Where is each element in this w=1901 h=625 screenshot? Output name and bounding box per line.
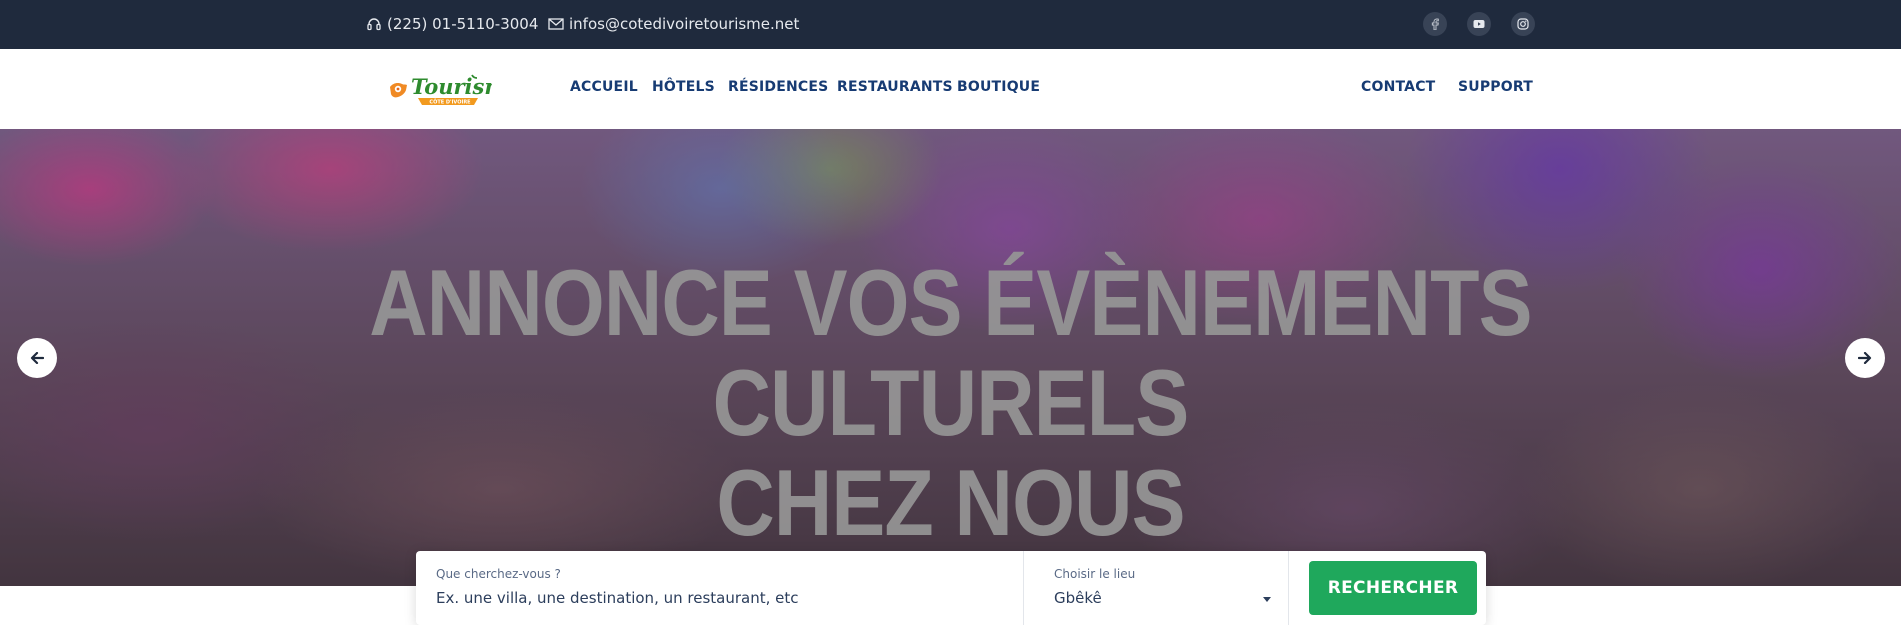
arrow-left-icon (30, 352, 44, 364)
main-navbar: Tourisme CÔTE D'IVOIRE ACCUEIL HÔTELS RÉ… (0, 49, 1901, 129)
tourisme-logo: Tourisme CÔTE D'IVOIRE (390, 74, 520, 106)
facebook-link[interactable] (1423, 12, 1447, 36)
search-what-input[interactable]: Ex. une villa, une destination, un resta… (436, 589, 798, 607)
instagram-link[interactable] (1511, 12, 1535, 36)
nav-boutique[interactable]: BOUTIQUE (957, 79, 1040, 95)
nav-accueil[interactable]: ACCUEIL (570, 79, 638, 95)
hero-title-line-2: CHEZ NOUS (716, 450, 1185, 555)
field-divider (1023, 551, 1024, 625)
phone-contact[interactable]: (225) 01-5110-3004 (366, 14, 538, 34)
hero-title-line-1: ANNONCE VOS ÉVÈNEMENTS CULTURELS (369, 250, 1532, 455)
search-button[interactable]: RECHERCHER (1309, 561, 1477, 615)
search-panel: Que cherchez-vous ? Ex. une villa, une d… (416, 551, 1486, 625)
chevron-down-icon[interactable] (1263, 597, 1271, 602)
instagram-icon (1517, 18, 1529, 30)
youtube-link[interactable] (1467, 12, 1491, 36)
nav-residences[interactable]: RÉSIDENCES (728, 79, 828, 95)
email-contact[interactable]: infos@cotedivoiretourisme.net (548, 14, 799, 34)
facebook-icon (1431, 18, 1439, 30)
search-what-label: Que cherchez-vous ? (436, 567, 561, 581)
nav-contact[interactable]: CONTACT (1361, 79, 1435, 95)
field-divider (1288, 551, 1289, 625)
youtube-icon (1473, 20, 1485, 28)
email-address: infos@cotedivoiretourisme.net (569, 15, 800, 33)
top-bar: (225) 01-5110-3004 infos@cotedivoiretour… (0, 0, 1901, 49)
nav-hotels[interactable]: HÔTELS (652, 79, 715, 95)
slider-next-button[interactable] (1845, 338, 1885, 378)
headset-icon (367, 18, 381, 31)
slider-prev-button[interactable] (17, 338, 57, 378)
nav-support[interactable]: SUPPORT (1458, 79, 1533, 95)
nav-restaurants[interactable]: RESTAURANTS (837, 79, 953, 95)
logo-subtitle: CÔTE D'IVOIRE (429, 99, 471, 106)
search-place-label: Choisir le lieu (1054, 567, 1136, 581)
phone-number: (225) 01-5110-3004 (387, 15, 539, 33)
hero-title: ANNONCE VOS ÉVÈNEMENTS CULTURELS CHEZ NO… (133, 253, 1768, 553)
svg-text:Tourisme: Tourisme (411, 74, 492, 99)
site-logo[interactable]: Tourisme CÔTE D'IVOIRE (388, 69, 520, 111)
hero-banner: ANNONCE VOS ÉVÈNEMENTS CULTURELS CHEZ NO… (0, 129, 1901, 586)
arrow-right-icon (1858, 352, 1872, 364)
envelope-icon (548, 18, 564, 30)
search-place-select[interactable]: Gbêkê (1054, 589, 1102, 607)
